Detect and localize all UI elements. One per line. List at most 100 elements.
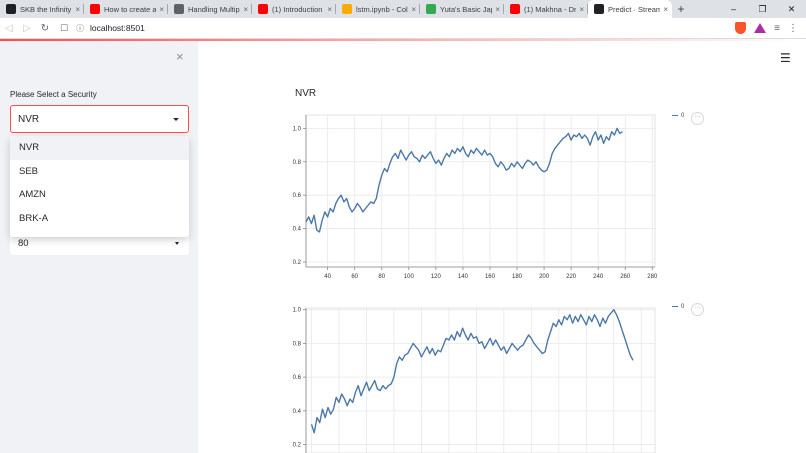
browser-menu-icon[interactable]: ⋮ (788, 23, 798, 34)
x-tick-label: 160 (485, 274, 496, 280)
tab-title: Predict · Stream (608, 4, 661, 14)
y-tick-label: 0.8 (293, 160, 302, 166)
tab-close-icon[interactable]: × (159, 5, 164, 14)
brave-rewards-icon[interactable] (754, 23, 767, 33)
series-line-0 (305, 127, 623, 233)
plot-area (305, 307, 656, 453)
tab-title: How to create a Sin (104, 4, 157, 14)
dropdown-option-seb[interactable]: SEB (10, 160, 189, 184)
link-icon (6, 4, 16, 14)
secondary-select-value: 80 (18, 238, 29, 249)
series-line-0 (310, 308, 634, 434)
y-tick-label: 1.0 (293, 126, 302, 132)
browser-tab[interactable]: lstm.ipynb - Colabor× (336, 0, 420, 18)
url-text: localhost:8501 (90, 23, 145, 33)
browser-tab[interactable]: Handling Multiple P× (168, 0, 252, 18)
chevron-down-icon (173, 118, 179, 121)
chart-2-more-button[interactable]: ··· (691, 303, 704, 316)
image-icon (174, 4, 184, 14)
y-tick-label: 0.8 (293, 341, 302, 347)
security-select-label: Please Select a Security (10, 90, 97, 99)
security-select-value: NVR (18, 113, 40, 125)
legend-swatch (672, 305, 678, 308)
x-tick-label: 100 (404, 274, 415, 280)
tab-close-icon[interactable]: × (495, 5, 500, 14)
reload-icon[interactable]: ↻ (36, 23, 54, 34)
chart-1-more-button[interactable]: ··· (691, 112, 704, 125)
legend-label: 0 (681, 113, 685, 119)
tab-close-icon[interactable]: × (327, 5, 332, 14)
close-sidebar-icon[interactable]: × (176, 49, 184, 64)
x-tick-label: 200 (539, 274, 550, 280)
y-tick-label: 0.2 (293, 260, 302, 266)
chart-2-legend: 0 (672, 304, 684, 310)
minimize-button[interactable]: – (719, 0, 748, 18)
colab-icon (342, 4, 352, 14)
back-icon[interactable]: ◁ (0, 23, 18, 34)
browser-tab[interactable]: How to create a Sin× (84, 0, 168, 18)
tab-close-icon[interactable]: × (663, 5, 668, 14)
browser-toolbar: ◁ ▷ ↻ ☐ ⓘ localhost:8501 ≡ ⋮ (0, 18, 806, 39)
tab-close-icon[interactable]: × (75, 5, 80, 14)
page-title: NVR (295, 88, 317, 99)
x-tick-label: 260 (620, 274, 631, 280)
window-controls: – ❐ ✕ (719, 0, 806, 18)
playlist-icon[interactable]: ≡ (774, 23, 780, 34)
x-tick-label: 240 (593, 274, 604, 280)
tab-close-icon[interactable]: × (579, 5, 584, 14)
x-tick-label: 120 (431, 274, 442, 280)
tab-close-icon[interactable]: × (243, 5, 248, 14)
maximize-button[interactable]: ❐ (748, 0, 777, 18)
youtube-icon (258, 4, 268, 14)
legend-label: 0 (681, 304, 685, 310)
bookmark-icon[interactable]: ☐ (60, 23, 76, 34)
browser-tab[interactable]: SKB the Infinity Offic× (0, 0, 84, 18)
tab-title: (1) Makhna - Drive (524, 4, 577, 14)
legend-swatch (672, 114, 678, 117)
tab-title: SKB the Infinity Offic (20, 4, 72, 14)
forward-icon[interactable]: ▷ (18, 23, 36, 34)
y-tick-label: 0.6 (293, 193, 302, 199)
x-tick-label: 280 (647, 274, 658, 280)
x-tick-label: 60 (351, 274, 358, 280)
tab-close-icon[interactable]: × (411, 5, 416, 14)
x-tick-label: 80 (378, 274, 385, 280)
chart-1-legend: 0 (672, 113, 684, 119)
plot-area (305, 114, 656, 268)
browser-tab[interactable]: (1) Introduction to T× (252, 0, 336, 18)
brave-shield-icon[interactable] (735, 22, 747, 34)
address-bar[interactable]: ☐ ⓘ localhost:8501 (60, 20, 735, 37)
site-info-icon[interactable]: ⓘ (76, 23, 90, 34)
y-tick-label: 1.0 (293, 308, 302, 314)
youtube-icon (90, 4, 100, 14)
browser-tab[interactable]: Predict · Stream × (588, 0, 672, 18)
main-content: ☰ NVR 0.2 0.4 0.6 0.8 1.0 40 60 80 100 120 140 160 1… (198, 41, 806, 453)
x-tick-label: 180 (512, 274, 523, 280)
tab-title: lstm.ipynb - Colabor (356, 4, 408, 14)
close-window-button[interactable]: ✕ (777, 0, 806, 18)
dropdown-option-brk-a[interactable]: BRK-A (10, 207, 189, 231)
browser-tab[interactable]: (1) Makhna - Drive× (504, 0, 588, 18)
sidebar: × Please Select a Security NVR 80 NVR SE… (0, 41, 198, 453)
streamlit-icon (594, 4, 604, 14)
browser-tab[interactable]: Yuta's Basic Japanes× (420, 0, 504, 18)
dropdown-option-nvr[interactable]: NVR (10, 136, 189, 160)
tab-title: Yuta's Basic Japanes (440, 4, 492, 14)
y-tick-label: 0.6 (293, 375, 302, 381)
y-tick-label: 0.4 (293, 409, 302, 415)
y-tick-label: 0.4 (293, 227, 302, 233)
security-dropdown-menu: NVR SEB AMZN BRK-A (10, 136, 189, 237)
price-chart-2[interactable]: 0.2 0.4 0.6 0.8 1.0 (288, 302, 668, 453)
x-tick-label: 40 (324, 274, 331, 280)
new-tab-button[interactable]: + (672, 0, 690, 18)
x-tick-label: 220 (566, 274, 577, 280)
tab-title: Handling Multiple P (188, 4, 240, 14)
dropdown-option-amzn[interactable]: AMZN (10, 183, 189, 207)
security-select[interactable]: NVR (10, 105, 189, 133)
hamburger-menu-icon[interactable]: ☰ (780, 51, 791, 65)
y-tick-label: 0.2 (293, 443, 302, 449)
youtube-icon (510, 4, 520, 14)
tab-title: (1) Introduction to T (272, 4, 324, 14)
price-chart-1[interactable]: 0.2 0.4 0.6 0.8 1.0 40 60 80 100 120 140 160 180 200 2… (288, 109, 668, 281)
browser-tab-strip: SKB the Infinity Offic×How to create a S… (0, 0, 806, 18)
